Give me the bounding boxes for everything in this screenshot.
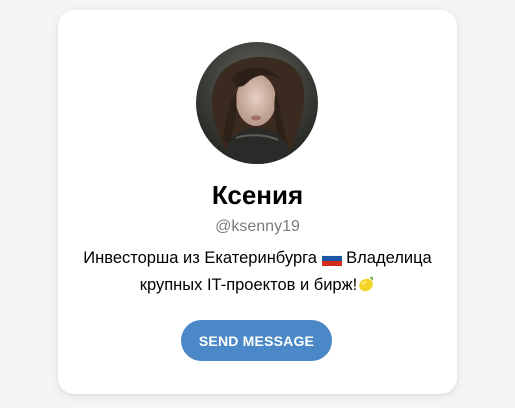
profile-username: @ksenny19 bbox=[215, 218, 300, 235]
avatar-photo bbox=[196, 42, 318, 164]
profile-bio: Инвесторша из Екатеринбурга Владелица кр… bbox=[78, 246, 437, 300]
bio-text-1: Инвесторша из Екатеринбурга bbox=[83, 249, 317, 267]
profile-name: Ксения bbox=[211, 180, 304, 210]
russia-flag-icon bbox=[321, 249, 342, 273]
avatar bbox=[196, 42, 318, 164]
profile-card: Ксения @ksenny19 Инвесторша из Екатеринб… bbox=[58, 10, 457, 394]
bio-text-3: крупных IT-проектов и бирж! bbox=[139, 276, 358, 294]
send-message-button[interactable]: SEND MESSAGE bbox=[181, 320, 332, 361]
bio-text-2: Владелица bbox=[346, 249, 432, 267]
lemon-icon bbox=[357, 275, 375, 300]
